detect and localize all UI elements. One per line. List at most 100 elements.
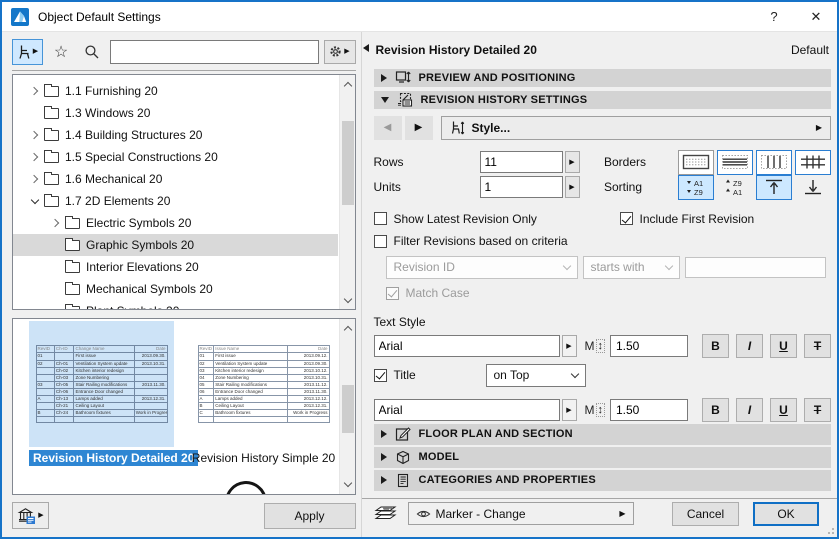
sort-descending-button[interactable]: Z9A1 bbox=[717, 175, 753, 200]
library-part-thumbnail[interactable]: RevIDIssue NameDate01First issue2013.09.… bbox=[191, 321, 336, 465]
font-name-input[interactable] bbox=[374, 335, 560, 357]
tree-item[interactable]: 1.7 2D Elements 20 bbox=[13, 190, 338, 212]
scroll-down-icon[interactable] bbox=[340, 477, 356, 493]
tree-item[interactable]: Graphic Symbols 20 bbox=[13, 234, 338, 256]
font-size-input[interactable] bbox=[610, 335, 688, 357]
resize-grip[interactable] bbox=[826, 526, 834, 534]
chevron-right-icon[interactable] bbox=[27, 176, 42, 182]
chevron-right-icon[interactable] bbox=[27, 88, 42, 94]
newest-on-bottom-button[interactable] bbox=[795, 175, 831, 200]
underline-button[interactable]: U bbox=[770, 334, 797, 358]
star-icon: ☆ bbox=[54, 42, 68, 62]
title-font-size-input[interactable] bbox=[610, 399, 688, 421]
borders-vertical-button[interactable] bbox=[756, 150, 792, 175]
units-input[interactable] bbox=[480, 176, 563, 198]
toolbar-divider bbox=[12, 70, 356, 71]
library-location-button[interactable]: ▶ bbox=[12, 502, 49, 529]
section-model[interactable]: MODEL bbox=[374, 447, 832, 468]
chevron-right-icon[interactable] bbox=[27, 132, 42, 138]
library-part-thumbnail[interactable]: RevIDCh-IDChange NameDate01First issue20… bbox=[29, 321, 174, 465]
tree-item[interactable]: 1.4 Building Structures 20 bbox=[13, 124, 338, 146]
marker-dropdown[interactable]: Marker - Change ▶ bbox=[408, 502, 634, 525]
rows-input[interactable] bbox=[480, 151, 563, 173]
chevron-down-icon bbox=[664, 261, 672, 269]
filter-revisions-checkbox[interactable]: Filter Revisions based on criteria bbox=[374, 234, 568, 248]
title-bold-button[interactable]: B bbox=[702, 398, 729, 422]
window-title: Object Default Settings bbox=[38, 10, 161, 24]
expand-arrow-icon bbox=[381, 476, 387, 484]
style-dropdown[interactable]: Style... ▶ bbox=[441, 116, 832, 140]
previous-page-button[interactable]: ◀ bbox=[374, 116, 402, 140]
chevron-down-icon[interactable] bbox=[27, 197, 42, 205]
chevron-down-icon bbox=[570, 369, 578, 377]
search-button[interactable] bbox=[79, 39, 105, 65]
title-italic-button[interactable]: I bbox=[736, 398, 763, 422]
italic-button[interactable]: I bbox=[736, 334, 763, 358]
show-latest-revision-checkbox[interactable]: Show Latest Revision Only bbox=[374, 212, 620, 226]
rows-label: Rows bbox=[374, 155, 480, 169]
expand-arrow-icon bbox=[381, 74, 387, 82]
thumbnail-label[interactable]: Revision History Simple 20 bbox=[192, 451, 335, 465]
thumbnail-preview: RevIDCh-IDChange NameDate01First issue20… bbox=[29, 321, 174, 447]
newest-on-top-button[interactable] bbox=[756, 175, 792, 200]
tree-item[interactable]: 1.1 Furnishing 20 bbox=[13, 80, 338, 102]
search-input[interactable] bbox=[110, 40, 319, 64]
scrollbar-thumb[interactable] bbox=[342, 385, 354, 433]
include-first-revision-checkbox[interactable]: Include First Revision bbox=[620, 212, 755, 226]
section-categories-and-properties[interactable]: CATEGORIES AND PROPERTIES bbox=[374, 470, 832, 491]
tree-item[interactable]: 1.3 Windows 20 bbox=[13, 102, 338, 124]
chevron-right-icon[interactable] bbox=[27, 154, 42, 160]
svg-text:Z9: Z9 bbox=[733, 179, 742, 188]
title-font-flyout-button[interactable]: ▶ bbox=[562, 399, 577, 421]
title-strikethrough-button[interactable]: T bbox=[804, 398, 831, 422]
tree-item[interactable]: Interior Elevations 20 bbox=[13, 256, 338, 278]
title-position-dropdown[interactable]: on Top bbox=[486, 364, 586, 387]
bold-button[interactable]: B bbox=[702, 334, 729, 358]
checkbox-label: Filter Revisions based on criteria bbox=[394, 234, 568, 248]
scrollbar-thumb[interactable] bbox=[342, 121, 354, 205]
checkbox-checked-icon[interactable] bbox=[374, 369, 387, 382]
sort-ascending-button[interactable]: A1Z9 bbox=[678, 175, 714, 200]
tree-item[interactable]: 1.6 Mechanical 20 bbox=[13, 168, 338, 190]
favorites-button[interactable]: ☆ bbox=[48, 39, 74, 65]
checkbox-checked-icon[interactable] bbox=[620, 212, 633, 225]
units-flyout-button[interactable]: ▶ bbox=[565, 176, 580, 198]
scroll-up-icon[interactable] bbox=[340, 76, 356, 92]
title-font-name-input[interactable] bbox=[374, 399, 560, 421]
settings-menu-button[interactable]: ▶ bbox=[324, 40, 356, 64]
scroll-down-icon[interactable] bbox=[340, 292, 356, 308]
next-page-button[interactable]: ▶ bbox=[405, 116, 433, 140]
chevron-right-icon[interactable] bbox=[48, 220, 63, 226]
checkbox-icon[interactable] bbox=[374, 212, 387, 225]
collapse-panel-arrow-icon[interactable] bbox=[363, 44, 369, 52]
strikethrough-button[interactable]: T bbox=[804, 334, 831, 358]
thumbnails-scrollbar[interactable] bbox=[339, 319, 355, 494]
section-floor-plan-and-section[interactable]: FLOOR PLAN AND SECTION bbox=[374, 424, 832, 445]
folder-icon bbox=[65, 240, 80, 251]
tree-scrollbar[interactable] bbox=[339, 75, 355, 309]
help-button[interactable]: ? bbox=[753, 2, 795, 32]
tree-item[interactable]: Plant Symbols 20 bbox=[13, 300, 338, 310]
scroll-up-icon[interactable] bbox=[340, 320, 356, 336]
tree-item[interactable]: Electric Symbols 20 bbox=[13, 212, 338, 234]
thumbnail-label[interactable]: Revision History Detailed 20 bbox=[29, 450, 198, 466]
section-preview-and-positioning[interactable]: PREVIEW AND POSITIONING bbox=[374, 69, 832, 87]
tree-item[interactable]: 1.5 Special Constructions 20 bbox=[13, 146, 338, 168]
title-checkbox[interactable]: Title bbox=[374, 368, 486, 382]
checkbox-icon[interactable] bbox=[374, 235, 387, 248]
borders-grid-button[interactable] bbox=[795, 150, 831, 175]
categories-properties-icon bbox=[395, 473, 411, 488]
section-revision-history-settings[interactable]: REVISION HISTORY SETTINGS bbox=[374, 91, 832, 109]
title-underline-button[interactable]: U bbox=[770, 398, 797, 422]
tree-item[interactable]: Mechanical Symbols 20 bbox=[13, 278, 338, 300]
object-type-button[interactable]: ▶ bbox=[12, 39, 43, 65]
font-flyout-button[interactable]: ▶ bbox=[562, 335, 577, 357]
borders-horizontal-button[interactable] bbox=[717, 150, 753, 175]
rows-flyout-button[interactable]: ▶ bbox=[565, 151, 580, 173]
close-button[interactable]: ✕ bbox=[795, 2, 837, 32]
cancel-button[interactable]: Cancel bbox=[672, 502, 739, 526]
ok-button[interactable]: OK bbox=[753, 502, 819, 526]
apply-button[interactable]: Apply bbox=[264, 503, 356, 529]
borders-none-button[interactable] bbox=[678, 150, 714, 175]
revision-history-settings-icon bbox=[397, 92, 413, 107]
